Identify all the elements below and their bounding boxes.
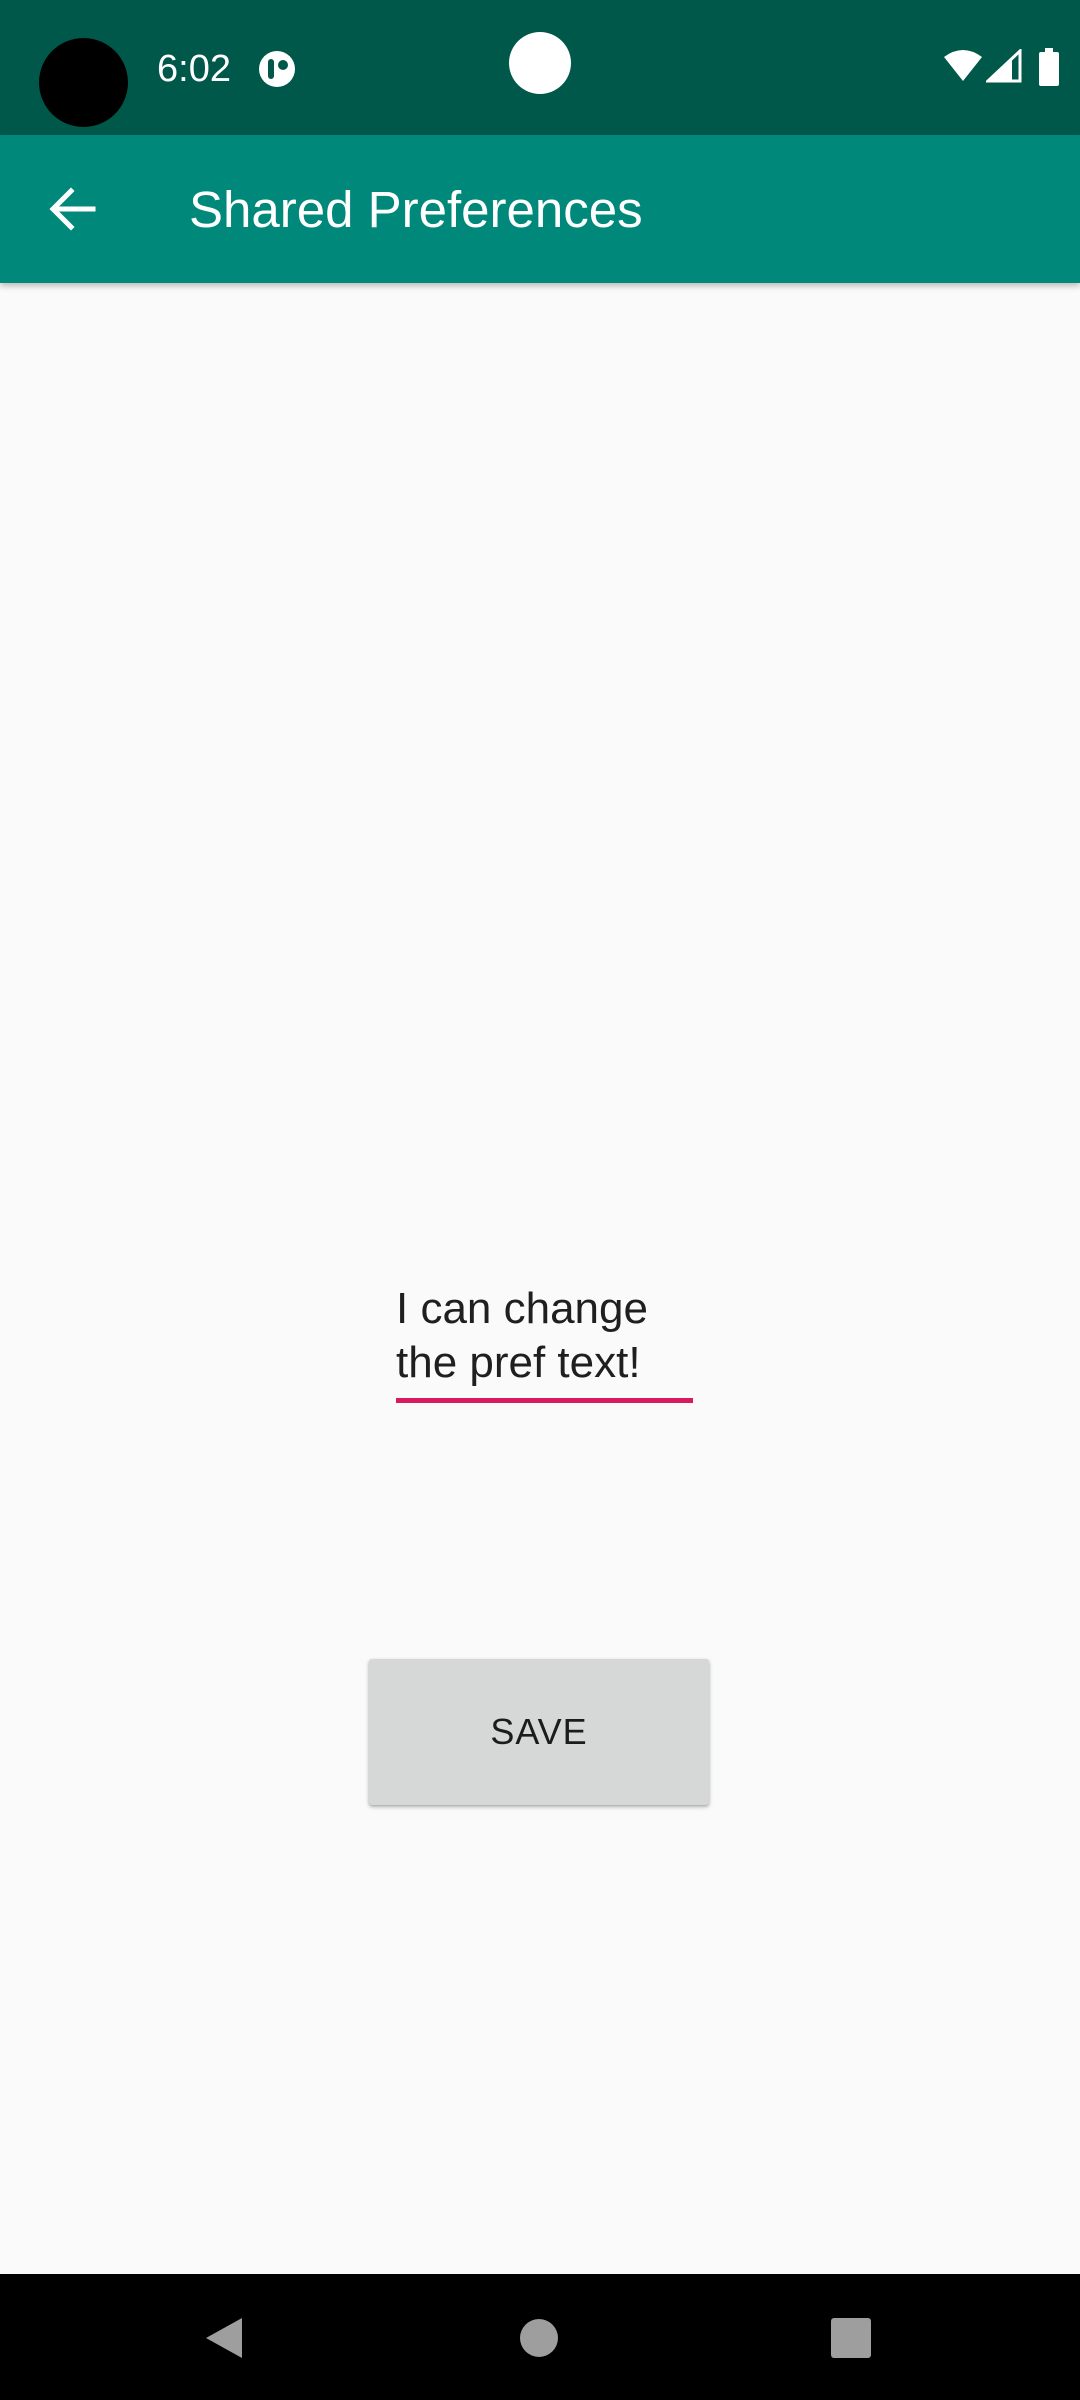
nav-back-button[interactable] <box>200 2314 248 2362</box>
battery-icon <box>1039 48 1059 86</box>
arrow-left-icon <box>49 187 96 231</box>
wifi-icon <box>944 50 982 81</box>
notification-icon <box>259 51 295 87</box>
nav-recents-button[interactable] <box>831 2318 871 2358</box>
save-button[interactable]: SAVE <box>369 1659 709 1805</box>
signal-icon <box>986 49 1022 83</box>
screen: 6:02 Shared Preferences I can change the… <box>0 0 1080 2400</box>
page-title: Shared Preferences <box>189 181 643 238</box>
camera-cutout <box>39 38 128 127</box>
pref-text-field[interactable]: I can change the pref text! <box>396 1282 693 1403</box>
back-button[interactable] <box>28 169 118 249</box>
pref-text-underline <box>396 1398 693 1403</box>
status-bar: 6:02 <box>0 0 1080 135</box>
nav-home-button[interactable] <box>520 2319 558 2357</box>
pref-text-input[interactable]: I can change the pref text! <box>396 1282 693 1390</box>
system-nav-bar <box>0 2274 1080 2400</box>
front-sensor-dot <box>509 32 571 94</box>
app-bar: Shared Preferences <box>0 135 1080 283</box>
status-time: 6:02 <box>157 48 231 90</box>
